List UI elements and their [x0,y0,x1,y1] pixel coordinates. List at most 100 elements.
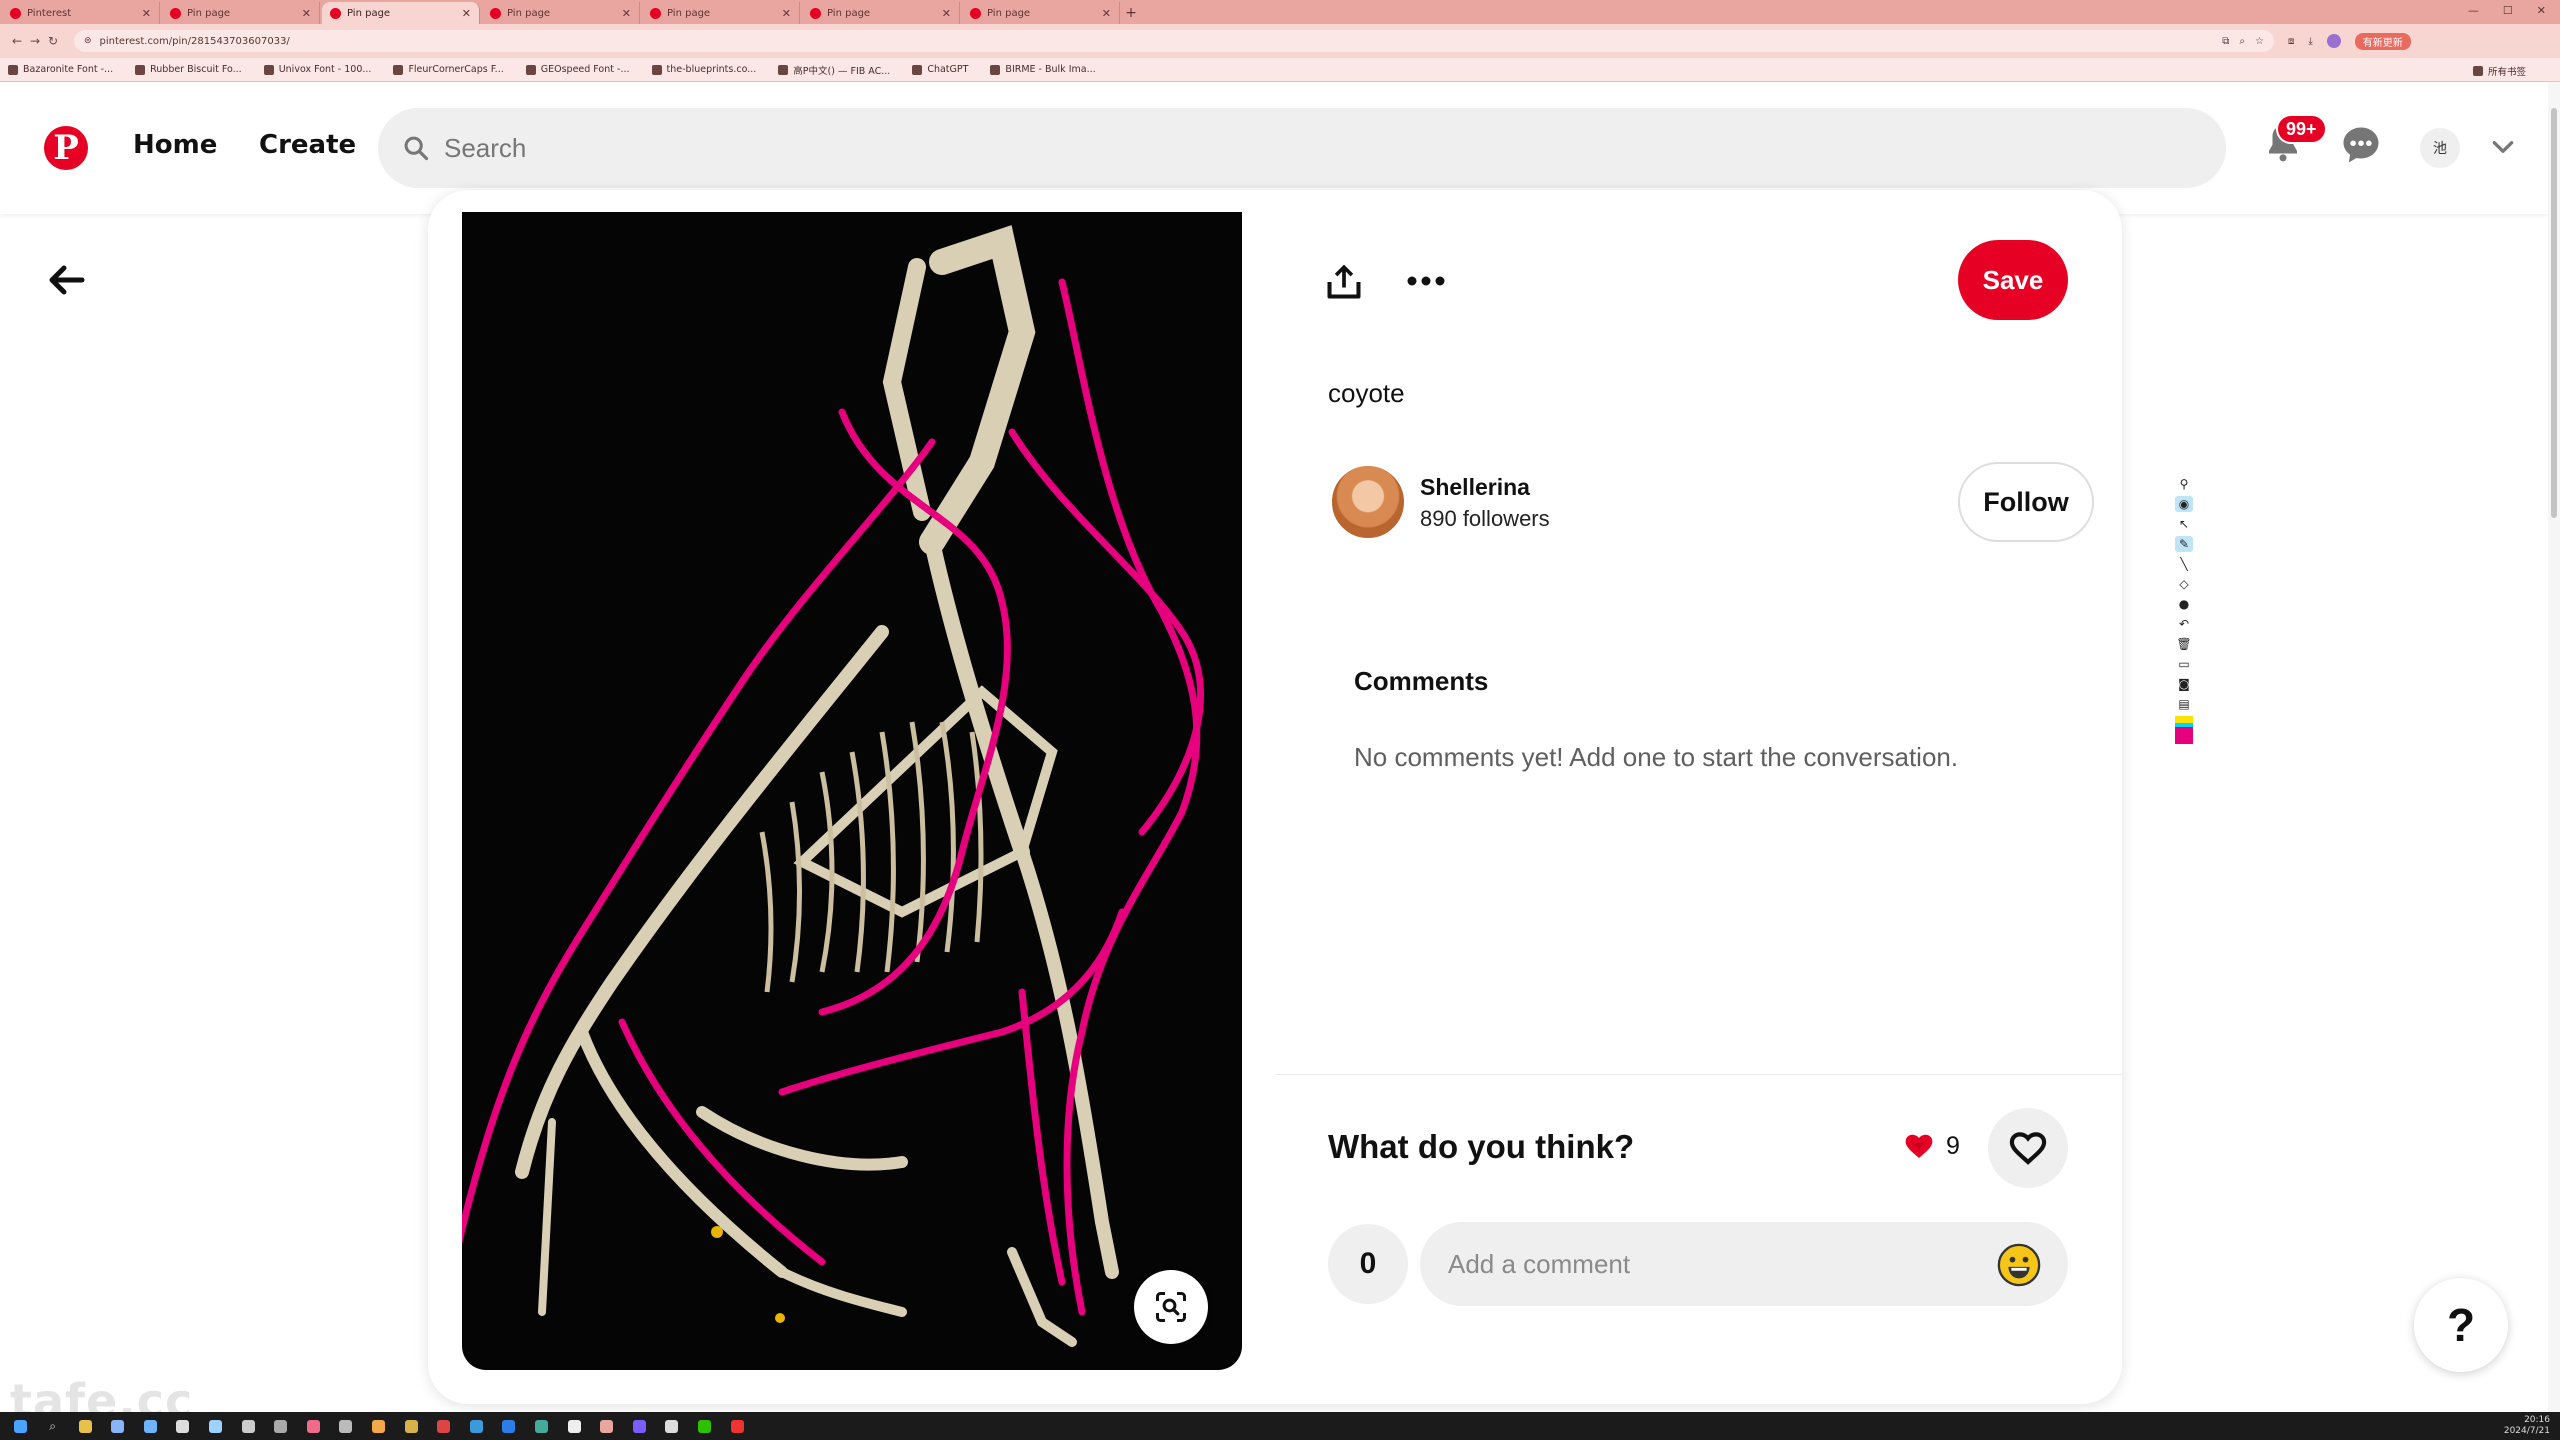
app-icon[interactable] [369,1417,389,1435]
bookmark-item[interactable]: Bazaronite Font -... [8,64,113,75]
scrollbar-thumb[interactable] [2551,108,2557,518]
app-icon[interactable] [532,1417,552,1435]
bookmark-item[interactable]: 高P中文() — FIB AC... [778,63,890,77]
close-tab-icon[interactable]: ✕ [942,7,951,20]
app-icon[interactable] [564,1417,584,1435]
search-bar[interactable] [378,108,2226,188]
zoom-icon[interactable]: ⌕ [2239,36,2245,47]
minimize-icon[interactable]: — [2468,4,2479,17]
search-input[interactable] [444,132,2144,164]
pin-image[interactable] [462,212,1242,1370]
more-icon[interactable] [1404,266,1448,296]
close-tab-icon[interactable]: ✕ [142,7,151,20]
browser-tab[interactable]: Pin page ✕ [642,2,800,24]
extensions-icon[interactable]: ⧈ [2288,36,2294,47]
app-icon[interactable] [401,1417,421,1435]
app-icon[interactable] [336,1417,356,1435]
app-icon[interactable] [629,1417,649,1435]
reload-icon[interactable]: ↻ [44,34,62,48]
translate-icon[interactable]: ⧉ [2222,36,2229,47]
site-info-icon[interactable]: ⊜ [84,36,92,46]
profile-avatar-icon[interactable] [2326,34,2341,48]
app-icon[interactable] [466,1417,486,1435]
chrome-taskbar-icon[interactable] [597,1417,617,1435]
pinterest-logo-icon[interactable]: P [44,126,88,170]
close-tab-icon[interactable]: ✕ [622,7,631,20]
bookmark-item[interactable]: ChatGPT [912,64,968,75]
download-icon[interactable]: ⤓ [2308,36,2312,47]
creator-avatar[interactable] [1330,464,1406,540]
nav-create[interactable]: Create [259,130,356,160]
comment-box[interactable] [1420,1222,2068,1306]
browser-tab[interactable]: Pin page ✕ [162,2,320,24]
follow-button[interactable]: Follow [1958,462,2094,542]
close-tab-icon[interactable]: ✕ [462,7,471,20]
close-window-icon[interactable]: ✕ [2537,4,2546,17]
app-icon[interactable] [499,1417,519,1435]
help-button[interactable]: ? [2414,1278,2508,1372]
dot-icon[interactable]: ● [2175,596,2193,612]
eye-icon[interactable]: ◉ [2175,496,2193,512]
browser-tab-active[interactable]: Pin page ✕ [322,2,480,24]
taskbar-clock[interactable]: 20:16 2024/7/21 [2504,1415,2550,1437]
address-bar[interactable]: ⊜ pinterest.com/pin/281543703607033/ ⧉ ⌕… [74,30,2274,52]
update-button[interactable]: 有新更新 [2354,32,2411,50]
browser-tab[interactable]: Pinterest ✕ [2,2,160,24]
chevron-down-icon[interactable] [2490,134,2516,160]
chat-icon[interactable] [2340,124,2382,166]
back-nav-icon[interactable]: ← [8,34,26,48]
bookmark-item[interactable]: Univox Font - 100... [263,64,371,75]
browser-tab[interactable]: Pin page ✕ [482,2,640,24]
app-icon[interactable] [271,1417,291,1435]
maximize-icon[interactable]: ☐ [2503,4,2513,17]
app-icon[interactable] [238,1417,258,1435]
start-icon[interactable] [10,1417,30,1435]
color-swatches[interactable] [2175,716,2193,744]
bookmark-item[interactable]: BIRME - Bulk Ima... [990,64,1096,75]
search-taskbar-icon[interactable]: ⌕ [43,1417,63,1435]
new-tab-button[interactable]: + [1120,2,1142,24]
close-tab-icon[interactable]: ✕ [1102,7,1111,20]
react-button[interactable] [1988,1108,2068,1188]
back-arrow-icon[interactable] [46,262,86,298]
board-icon[interactable]: ▭ [2175,656,2193,672]
bookmark-item[interactable]: FleurCornerCaps F... [393,64,504,75]
app-icon[interactable] [662,1417,682,1435]
comment-input[interactable] [1448,1248,1968,1280]
comments-heading[interactable]: Comments [1354,666,1488,697]
emoji-icon[interactable] [1996,1242,2042,1288]
files-icon[interactable] [75,1417,95,1435]
clipboard-icon[interactable]: ▤ [2175,696,2193,712]
close-tab-icon[interactable]: ✕ [302,7,311,20]
bookmark-item[interactable]: Rubber Biscuit Fo... [135,64,242,75]
bookmark-item[interactable]: GEOspeed Font -... [525,64,630,75]
save-button[interactable]: Save [1958,240,2068,320]
undo-icon[interactable]: ↶ [2175,616,2193,632]
app-icon[interactable] [434,1417,454,1435]
line-icon[interactable]: ╲ [2175,556,2193,572]
browser-tab[interactable]: Pin page ✕ [802,2,960,24]
trash-icon[interactable]: 🗑 [2175,636,2193,652]
app-icon[interactable] [727,1417,747,1435]
cursor-icon[interactable]: ↖ [2175,516,2193,532]
camera-icon[interactable]: ◙ [2175,676,2193,692]
bookmark-item[interactable]: the-blueprints.co... [651,64,756,75]
app-icon[interactable] [206,1417,226,1435]
page-scrollbar[interactable] [2548,82,2560,1412]
creator-name[interactable]: Shellerina [1420,474,1530,501]
nav-home[interactable]: Home [133,130,217,160]
eraser-icon[interactable]: ◇ [2175,576,2193,592]
bookmark-star-icon[interactable]: ☆ [2255,36,2264,47]
app-icon[interactable] [140,1417,160,1435]
app-icon[interactable] [108,1417,128,1435]
browser-tab[interactable]: Pin page ✕ [962,2,1120,24]
forward-nav-icon[interactable]: → [26,34,44,48]
share-icon[interactable] [1322,260,1366,304]
annotation-logo-icon[interactable]: ⚲ [2175,476,2193,492]
visual-search-button[interactable] [1134,1270,1208,1344]
close-tab-icon[interactable]: ✕ [782,7,791,20]
app-icon[interactable] [303,1417,323,1435]
wechat-icon[interactable] [694,1417,714,1435]
user-avatar[interactable]: 池 [2420,128,2460,168]
app-icon[interactable] [173,1417,193,1435]
